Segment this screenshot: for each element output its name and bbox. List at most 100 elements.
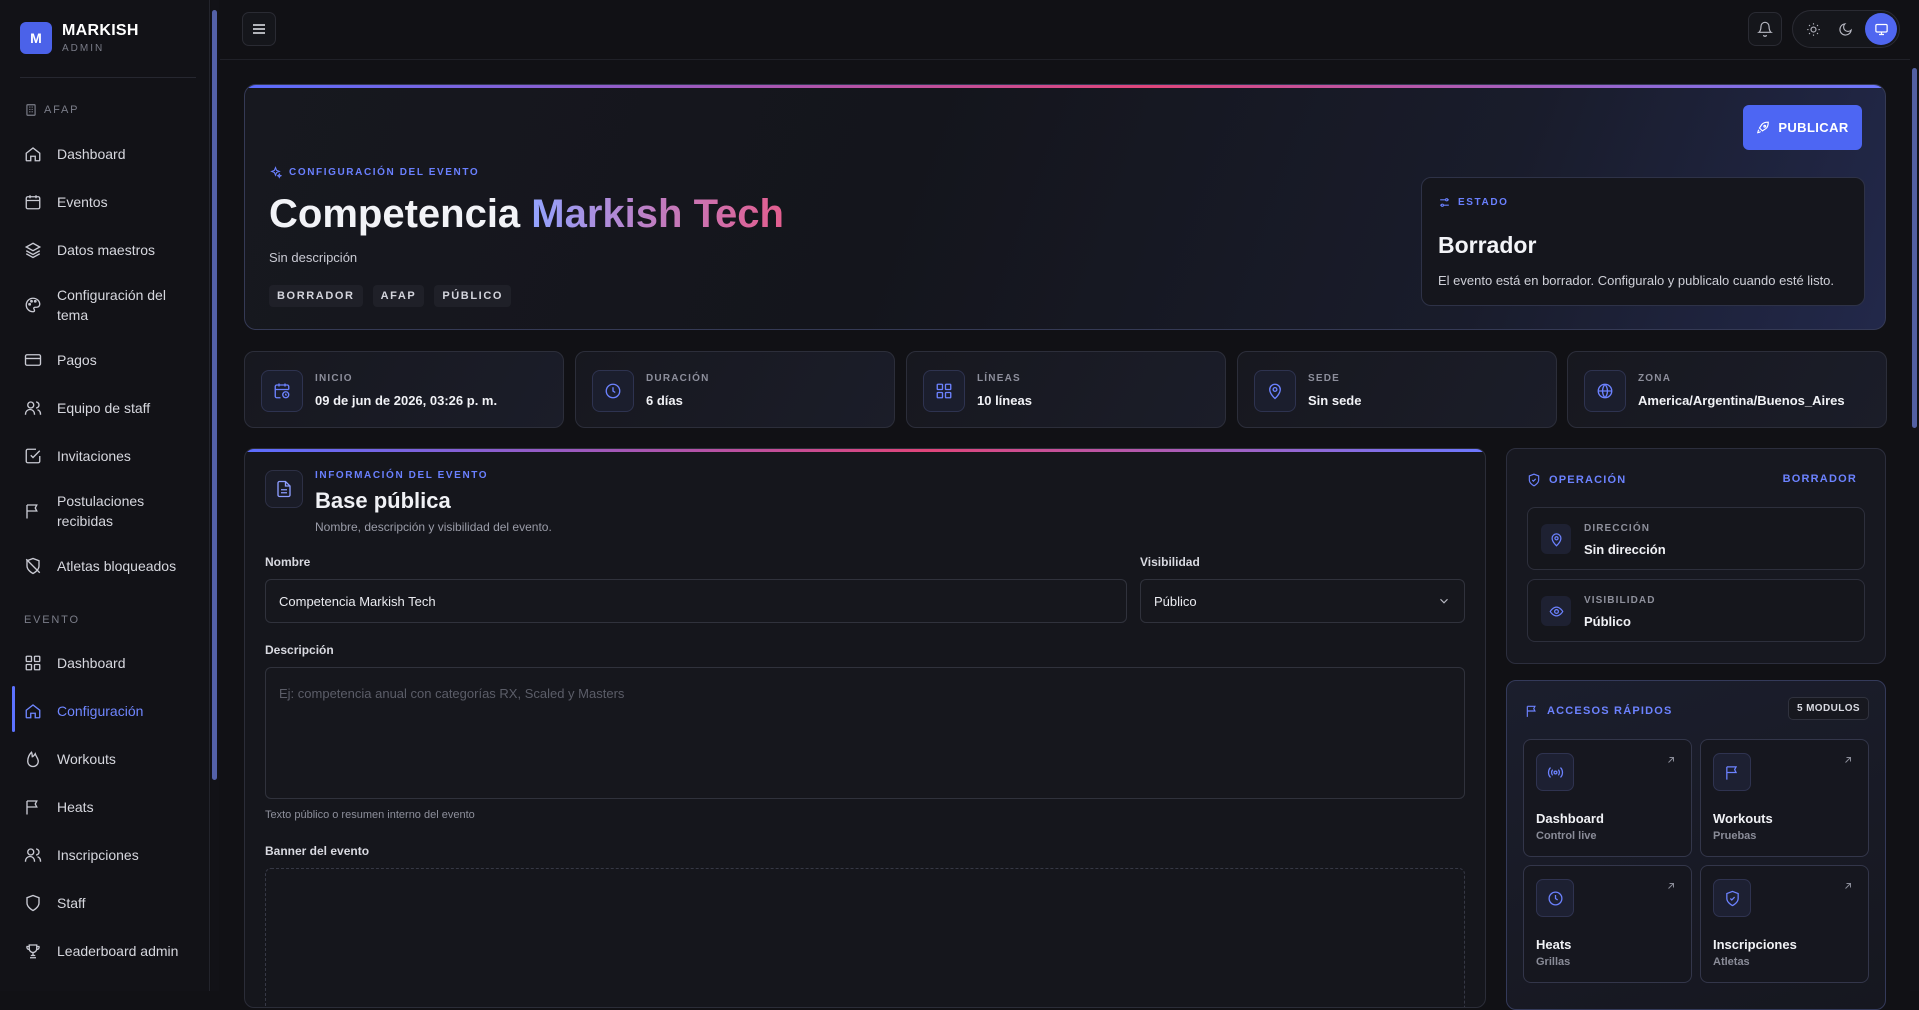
name-input[interactable]: Competencia Markish Tech [265,579,1127,623]
quick-card-workouts[interactable]: Workouts Pruebas [1700,739,1869,857]
menu-toggle-button[interactable] [242,12,276,46]
info-subtitle: Nombre, descripción y visibilidad del ev… [315,520,552,534]
theme-dark-button[interactable] [1831,15,1859,43]
stat-zona: ZONA America/Argentina/Buenos_Aires [1567,351,1887,428]
event-title: Competencia Markish Tech [269,192,784,236]
sidebar-item-invitaciones[interactable]: Invitaciones [14,446,204,466]
topbar [220,0,1910,60]
credit-card-icon [24,354,42,366]
monitor-icon [1874,23,1888,35]
users-icon [24,848,42,862]
event-description: Sin descripción [269,250,358,265]
sidebar-item-eventos[interactable]: Eventos [14,192,204,212]
event-info-card: INFORMACIÓN DEL EVENTO Base pública Nomb… [244,448,1486,1008]
notifications-button[interactable] [1748,12,1782,46]
shield-icon [26,894,40,912]
quick-card-inscripciones[interactable]: Inscripciones Atletas [1700,865,1869,983]
quick-card-dashboard[interactable]: Dashboard Control live [1523,739,1692,857]
description-help: Texto público o resumen interno del even… [265,809,475,821]
sidebar-item-postulaciones[interactable]: Postulaciones recibidas [14,491,164,531]
file-text-icon [277,480,291,498]
description-label: Descripción [265,643,334,657]
clock-icon [1547,890,1563,906]
palette-icon [25,297,41,313]
sparkles-icon [270,166,282,179]
operation-item-direccion: DIRECCIÓN Sin dirección [1527,507,1865,570]
arrow-up-right-icon [1668,883,1674,889]
info-gradient-line [245,449,1485,452]
grid-icon [936,383,952,399]
sidebar-item-leaderboard[interactable]: Leaderboard admin [14,941,204,961]
sidebar-item-equipo-staff[interactable]: Equipo de staff [14,398,204,418]
arrow-up-right-icon [1668,757,1674,763]
trophy-icon [26,944,40,959]
building-icon [26,104,36,116]
flag-icon [1725,765,1737,780]
arrow-up-right-icon [1845,883,1851,889]
globe-icon [1597,383,1613,399]
info-title: Base pública [315,488,451,513]
sidebar-item-configuracion[interactable]: Configuración [14,701,204,721]
sidebar-scrollbar-thumb[interactable] [212,10,217,780]
brand-logo: M [20,22,52,54]
org-section-label: AFAP [24,103,79,117]
brand[interactable]: M MARKISH ADMIN [20,22,139,54]
description-textarea[interactable]: Ej: competencia anual con categorías RX,… [265,667,1465,799]
sidebar-item-inscripciones[interactable]: Inscripciones [14,845,204,865]
sidebar-item-dashboard[interactable]: Dashboard [14,144,204,164]
bell-icon [1757,21,1773,37]
broadcast-icon [1547,766,1563,778]
arrow-up-right-icon [1845,757,1851,763]
brand-name: MARKISH [62,22,139,39]
sidebar-item-configuracion-tema[interactable]: Configuración del tema [14,285,174,325]
quick-access-title: ACCESOS RÁPIDOS [1525,704,1673,718]
sidebar-item-workouts[interactable]: Workouts [14,749,204,769]
flag-icon [26,504,38,519]
flame-icon [27,751,39,768]
banner-label: Banner del evento [265,844,370,858]
visibility-select[interactable]: Público [1140,579,1465,623]
main-scrollbar-thumb[interactable] [1912,68,1917,428]
clock-icon [605,383,621,399]
eye-icon [1549,605,1563,617]
theme-light-button[interactable] [1799,15,1827,43]
event-section-label: EVENTO [24,614,80,626]
theme-system-button[interactable] [1865,13,1897,45]
map-pin-icon [1269,383,1281,400]
sidebar-item-atletas-bloqueados[interactable]: Atletas bloqueados [14,556,204,576]
hero-gradient-line [245,85,1885,88]
status-description: El evento está en borrador. Configuralo … [1438,273,1835,288]
sidebar-item-event-dashboard[interactable]: Dashboard [14,653,204,673]
stat-lineas: LÍNEAS 10 líneas [906,351,1226,428]
operation-status: BORRADOR [1782,473,1857,485]
hamburger-icon [253,24,265,34]
tag-visibility: PÚBLICO [434,285,512,307]
sun-icon [1806,22,1820,36]
status-card: ESTADO Borrador El evento está en borrad… [1421,177,1865,306]
tag-org: AFAP [372,285,425,307]
banner-dropzone[interactable] [265,868,1465,1007]
quick-card-heats[interactable]: Heats Grillas [1523,865,1692,983]
sidebar-item-staff[interactable]: Staff [14,893,204,913]
map-pin-icon [1550,532,1562,547]
publish-button[interactable]: PUBLICAR [1743,105,1862,150]
moon-icon [1838,22,1852,36]
visibility-label: Visibilidad [1140,555,1200,569]
sidebar-item-datos-maestros[interactable]: Datos maestros [14,240,204,260]
sidebar: M MARKISH ADMIN AFAP Dashboard Eventos D… [0,0,210,991]
home-icon [25,147,41,162]
rocket-icon [1757,121,1770,133]
layers-icon [24,242,42,259]
chevron-down-icon [1440,598,1448,604]
theme-switcher [1792,10,1900,48]
shield-off-icon [25,557,41,575]
shield-check-icon [1528,473,1540,487]
sidebar-divider [20,77,196,78]
sidebar-item-heats[interactable]: Heats [14,797,204,817]
grid-icon [25,655,41,671]
flag-icon [1526,705,1536,717]
operation-title: OPERACIÓN [1527,473,1626,487]
sidebar-item-pagos[interactable]: Pagos [14,350,204,370]
tag-status: BORRADOR [269,285,363,307]
status-kicker: ESTADO [1438,196,1509,209]
